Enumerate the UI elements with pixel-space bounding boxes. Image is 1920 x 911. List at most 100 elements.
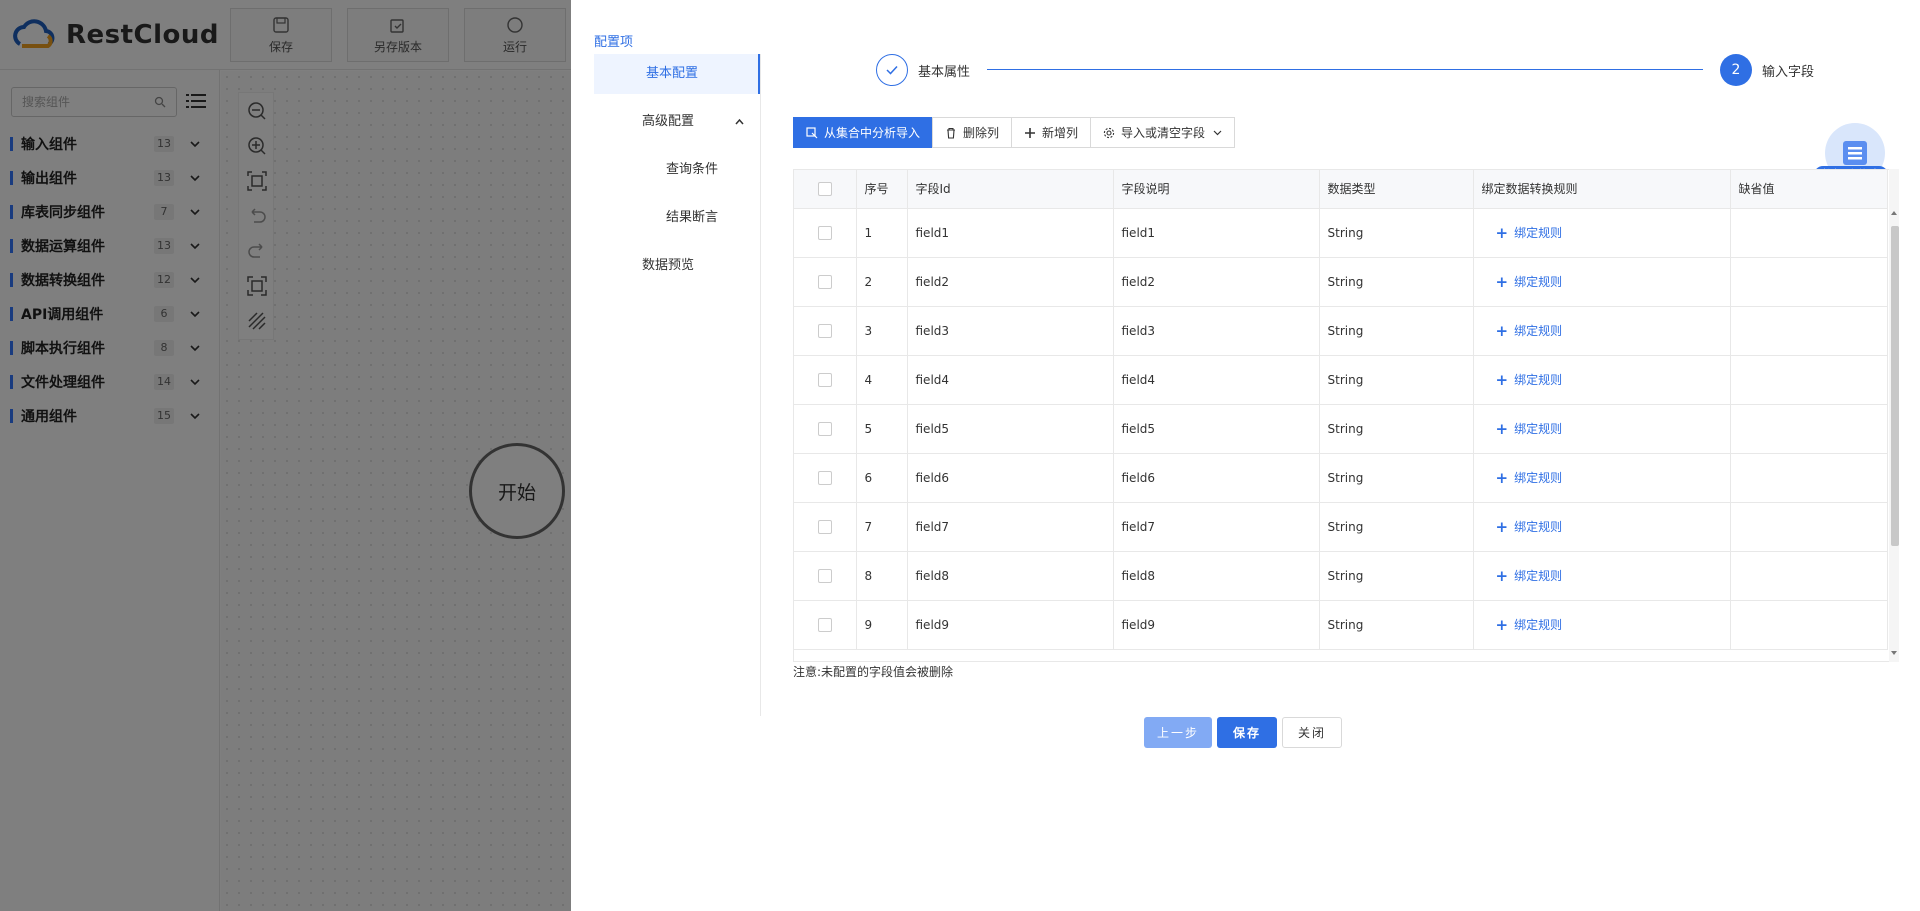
bind-rule-label: 绑定规则 — [1514, 569, 1563, 583]
row-checkbox[interactable] — [817, 323, 832, 338]
nav-basic-config[interactable]: 基本配置 — [594, 54, 760, 94]
bind-rule-link[interactable]: + 绑定规则 — [1482, 273, 1563, 291]
cell-data-type[interactable]: String — [1319, 453, 1474, 503]
cell-field-desc[interactable]: field6 — [1113, 453, 1320, 503]
plus-icon — [1025, 127, 1036, 138]
bind-rule-label: 绑定规则 — [1514, 324, 1563, 338]
chevron-down-icon — [1213, 130, 1222, 136]
row-checkbox[interactable] — [817, 519, 832, 534]
cell-default-value[interactable] — [1730, 600, 1888, 650]
cell-data-type[interactable]: String — [1319, 306, 1474, 356]
row-select-cell — [794, 355, 857, 405]
row-select-cell — [794, 404, 857, 454]
nav-advanced-config[interactable]: 高级配置 — [594, 102, 760, 142]
cell-default-value[interactable] — [1730, 257, 1888, 307]
cell-field-desc[interactable]: field2 — [1113, 257, 1320, 307]
cell-default-value[interactable] — [1730, 453, 1888, 503]
cell-field-desc[interactable]: field4 — [1113, 355, 1320, 405]
row-checkbox[interactable] — [817, 372, 832, 387]
scroll-up-arrow-icon[interactable] — [1890, 209, 1898, 217]
cell-index: 5 — [856, 404, 908, 454]
steps-bar: 基本属性 2 输入字段 — [876, 54, 1836, 86]
cell-data-type[interactable]: String — [1319, 355, 1474, 405]
analyze-import-label: 从集合中分析导入 — [824, 126, 921, 140]
cell-field-desc[interactable]: field8 — [1113, 551, 1320, 601]
cell-field-id[interactable]: field9 — [907, 600, 1114, 650]
cell-default-value[interactable] — [1730, 502, 1888, 552]
scroll-down-arrow-icon[interactable] — [1890, 649, 1898, 657]
cell-default-value[interactable] — [1730, 404, 1888, 454]
cell-data-type[interactable]: String — [1319, 257, 1474, 307]
cell-field-id[interactable]: field8 — [907, 551, 1114, 601]
row-checkbox[interactable] — [817, 470, 832, 485]
nav-result-assertion[interactable]: 结果断言 — [594, 198, 760, 238]
row-checkbox[interactable] — [817, 421, 832, 436]
cell-field-id[interactable]: field5 — [907, 404, 1114, 454]
cell-field-desc[interactable]: field1 — [1113, 208, 1320, 258]
table-scrollbar[interactable] — [1889, 169, 1899, 662]
row-select-cell — [794, 600, 857, 650]
scrollbar-thumb[interactable] — [1891, 226, 1899, 546]
analyze-import-button[interactable]: 从集合中分析导入 — [793, 117, 934, 148]
step-1-done[interactable] — [876, 54, 908, 86]
bind-rule-link[interactable]: + 绑定规则 — [1482, 469, 1563, 487]
bind-rule-link[interactable]: + 绑定规则 — [1482, 371, 1563, 389]
cell-data-type[interactable]: String — [1319, 600, 1474, 650]
bind-rule-link[interactable]: + 绑定规则 — [1482, 518, 1563, 536]
nav-data-preview[interactable]: 数据预览 — [594, 246, 760, 286]
row-checkbox[interactable] — [817, 617, 832, 632]
import-clear-fields-dropdown[interactable]: 导入或清空字段 — [1090, 117, 1236, 148]
cell-field-desc[interactable]: field7 — [1113, 502, 1320, 552]
bind-rule-link[interactable]: + 绑定规则 — [1482, 567, 1563, 585]
bind-rule-link[interactable]: + 绑定规则 — [1482, 224, 1563, 242]
close-button[interactable]: 关闭 — [1282, 717, 1342, 748]
config-title: 配置项 — [594, 35, 634, 50]
cell-field-id[interactable]: field1 — [907, 208, 1114, 258]
config-nav: 基本配置 高级配置 查询条件 结果断言 数据预览 — [594, 54, 761, 716]
cell-index: 1 — [856, 208, 908, 258]
delete-column-label: 删除列 — [963, 126, 1000, 140]
cell-field-desc[interactable]: field9 — [1113, 600, 1320, 650]
nav-query-conditions[interactable]: 查询条件 — [594, 150, 760, 190]
cell-data-type[interactable]: String — [1319, 404, 1474, 454]
cell-default-value[interactable] — [1730, 355, 1888, 405]
cell-data-type[interactable]: String — [1319, 208, 1474, 258]
select-all-checkbox[interactable] — [817, 182, 832, 196]
bind-rule-label: 绑定规则 — [1514, 226, 1563, 240]
cell-default-value[interactable] — [1730, 306, 1888, 356]
row-select-cell — [794, 551, 857, 601]
delete-column-button[interactable]: 删除列 — [932, 117, 1013, 148]
row-select-cell — [794, 453, 857, 503]
save-button[interactable]: 保存 — [1217, 717, 1277, 748]
cell-field-id[interactable]: field3 — [907, 306, 1114, 356]
bind-rule-label: 绑定规则 — [1514, 618, 1563, 632]
add-column-button[interactable]: 新增列 — [1011, 117, 1092, 148]
cell-bind-rule: + 绑定规则 — [1473, 453, 1731, 503]
cell-bind-rule: + 绑定规则 — [1473, 600, 1731, 650]
cell-default-value[interactable] — [1730, 551, 1888, 601]
cell-data-type[interactable]: String — [1319, 551, 1474, 601]
cell-default-value[interactable] — [1730, 208, 1888, 258]
cell-field-desc[interactable]: field5 — [1113, 404, 1320, 454]
bind-rule-link[interactable]: + 绑定规则 — [1482, 616, 1563, 634]
previous-step-button[interactable]: 上一步 — [1144, 717, 1212, 748]
row-checkbox[interactable] — [817, 568, 832, 583]
step-2-current[interactable]: 2 — [1720, 54, 1752, 86]
cell-bind-rule: + 绑定规则 — [1473, 404, 1731, 454]
header-default-value: 缺省值 — [1730, 170, 1888, 209]
plus-icon: + — [1495, 566, 1509, 585]
check-icon — [886, 65, 898, 75]
cell-field-id[interactable]: field2 — [907, 257, 1114, 307]
table-header-row: 序号 字段Id 字段说明 数据类型 绑定数据转换规则 缺省值 — [794, 170, 1888, 209]
row-checkbox[interactable] — [817, 274, 832, 289]
cell-field-id[interactable]: field7 — [907, 502, 1114, 552]
cell-field-id[interactable]: field6 — [907, 453, 1114, 503]
cell-field-desc[interactable]: field3 — [1113, 306, 1320, 356]
row-checkbox[interactable] — [817, 225, 832, 240]
cell-data-type[interactable]: String — [1319, 502, 1474, 552]
bind-rule-link[interactable]: + 绑定规则 — [1482, 322, 1563, 340]
previous-step-label: 上一步 — [1156, 726, 1199, 740]
bind-rule-link[interactable]: + 绑定规则 — [1482, 420, 1563, 438]
cell-field-id[interactable]: field4 — [907, 355, 1114, 405]
plus-icon: + — [1495, 272, 1509, 291]
